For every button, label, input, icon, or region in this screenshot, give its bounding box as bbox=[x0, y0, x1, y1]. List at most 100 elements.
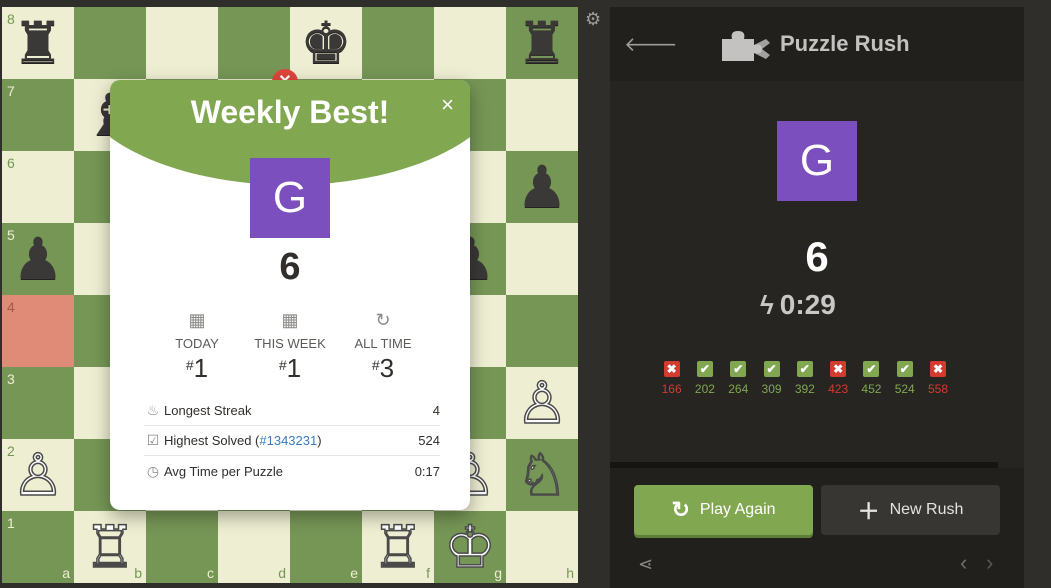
black-rook[interactable]: ♜ bbox=[506, 7, 578, 79]
square-g1[interactable]: g ♔ bbox=[434, 511, 506, 583]
puzzle-piece-icon bbox=[722, 31, 770, 61]
result-rating: 524 bbox=[894, 382, 915, 396]
square-a4[interactable]: 4 bbox=[2, 295, 74, 367]
stat-value: 524 bbox=[418, 433, 440, 448]
square-d8[interactable] bbox=[218, 7, 290, 79]
calendar-icon: ▦ bbox=[281, 310, 299, 330]
result-item[interactable]: ✔ 264 bbox=[722, 361, 755, 396]
square-b8[interactable] bbox=[74, 7, 146, 79]
square-a6[interactable]: 6 bbox=[2, 151, 74, 223]
flame-icon: ♨ bbox=[146, 402, 160, 418]
rank-this-week: ▦ THIS WEEK #1 bbox=[240, 308, 340, 384]
result-rating: 452 bbox=[861, 382, 882, 396]
result-rating: 202 bbox=[694, 382, 715, 396]
square-c8[interactable] bbox=[146, 7, 218, 79]
chevron-left-icon[interactable]: ‹ bbox=[960, 550, 967, 576]
result-item[interactable]: ✖ 423 bbox=[821, 361, 854, 396]
black-pawn[interactable]: ♟ bbox=[506, 151, 578, 223]
rank-label: 4 bbox=[7, 299, 15, 315]
square-c1[interactable]: c bbox=[146, 511, 218, 583]
refresh-icon: ↻ bbox=[375, 310, 391, 330]
square-h7[interactable] bbox=[506, 79, 578, 151]
white-pawn[interactable]: ♙ bbox=[2, 439, 74, 511]
white-rook[interactable]: ♖ bbox=[362, 511, 434, 583]
stat-label: Longest Streak bbox=[164, 403, 252, 418]
clock-icon: ◷ bbox=[146, 462, 160, 479]
square-f8[interactable] bbox=[362, 7, 434, 79]
square-e8[interactable]: ♚ bbox=[290, 7, 362, 79]
rank-all-time: ↻ ALL TIME #3 bbox=[333, 308, 433, 384]
rank-value: #1 bbox=[278, 353, 302, 383]
button-label: New Rush bbox=[889, 501, 964, 518]
result-item[interactable]: ✖ 166 bbox=[655, 361, 688, 396]
panel-footer: ↻ Play Again ＋ New Rush ⋖ ‹ › bbox=[610, 468, 1024, 588]
square-d1[interactable]: d bbox=[218, 511, 290, 583]
result-item[interactable]: ✔ 309 bbox=[755, 361, 788, 396]
cross-icon: ✖ bbox=[830, 361, 847, 377]
square-h5[interactable] bbox=[506, 223, 578, 295]
puzzle-link[interactable]: #1343231 bbox=[259, 433, 317, 448]
check-icon: ✔ bbox=[863, 361, 880, 377]
result-rating: 558 bbox=[928, 382, 949, 396]
check-icon: ✔ bbox=[696, 361, 713, 377]
square-a2[interactable]: 2 ♙ bbox=[2, 439, 74, 511]
play-again-button[interactable]: ↻ Play Again bbox=[634, 485, 813, 535]
result-rating: 392 bbox=[794, 382, 815, 396]
avatar: G bbox=[777, 121, 857, 201]
stat-avg-time: ◷ Avg Time per Puzzle 0:17 bbox=[144, 456, 440, 486]
square-h2[interactable]: ♘ bbox=[506, 439, 578, 511]
stat-label: Highest Solved (#1343231) bbox=[164, 433, 322, 448]
white-knight[interactable]: ♘ bbox=[506, 439, 578, 511]
black-pawn[interactable]: ♟ bbox=[2, 223, 74, 295]
square-h8[interactable]: ♜ bbox=[506, 7, 578, 79]
square-e1[interactable]: e bbox=[290, 511, 362, 583]
result-item[interactable]: ✖ 558 bbox=[921, 361, 954, 396]
weekly-best-modal: Weekly Best! × G 6 ▦ TODAY #1 ▦ THIS WEE… bbox=[110, 80, 470, 510]
white-pawn[interactable]: ♙ bbox=[506, 367, 578, 439]
square-a1[interactable]: 1a bbox=[2, 511, 74, 583]
check-icon: ✔ bbox=[896, 361, 913, 377]
rank-label: 3 bbox=[7, 371, 15, 387]
square-h1[interactable]: h bbox=[506, 511, 578, 583]
new-rush-button[interactable]: ＋ New Rush bbox=[821, 485, 1000, 535]
square-b1[interactable]: b ♖ bbox=[74, 511, 146, 583]
rank-label: 6 bbox=[7, 155, 15, 171]
square-a5[interactable]: 5 ♟ bbox=[2, 223, 74, 295]
result-item[interactable]: ✔ 392 bbox=[788, 361, 821, 396]
puzzle-rush-panel: 🡐 Puzzle Rush G 6 ϟ 0:29 ✖ 166 ✔ 202 ✔ 264 ✔ 309… bbox=[610, 7, 1024, 588]
file-label: e bbox=[350, 565, 358, 581]
stat-highest-solved: ☑ Highest Solved (#1343231) 524 bbox=[144, 426, 440, 456]
white-rook[interactable]: ♖ bbox=[74, 511, 146, 583]
white-king[interactable]: ♔ bbox=[434, 511, 506, 583]
back-arrow-icon[interactable]: 🡐 bbox=[624, 35, 678, 55]
score: 6 bbox=[805, 233, 829, 280]
square-a7[interactable]: 7 bbox=[2, 79, 74, 151]
rank-label: 1 bbox=[7, 515, 15, 531]
square-f1[interactable]: f ♖ bbox=[362, 511, 434, 583]
square-a8[interactable]: 8 ♜ bbox=[2, 7, 74, 79]
button-label: Play Again bbox=[699, 501, 776, 518]
timer: ϟ 0:29 bbox=[760, 289, 836, 320]
result-item[interactable]: ✔ 524 bbox=[888, 361, 921, 396]
square-h3[interactable]: ♙ bbox=[506, 367, 578, 439]
rank-label: TODAY bbox=[175, 336, 219, 351]
file-label: c bbox=[207, 565, 214, 581]
stat-value: 4 bbox=[432, 403, 440, 418]
file-label: a bbox=[62, 565, 70, 581]
gear-icon[interactable]: ⚙ bbox=[585, 10, 603, 28]
share-icon[interactable]: ⋖ bbox=[638, 554, 653, 575]
panel-title: Puzzle Rush bbox=[780, 31, 910, 56]
square-a3[interactable]: 3 bbox=[2, 367, 74, 439]
square-g8[interactable] bbox=[434, 7, 506, 79]
square-h4[interactable] bbox=[506, 295, 578, 367]
square-h6[interactable]: ♟ bbox=[506, 151, 578, 223]
result-item[interactable]: ✔ 452 bbox=[855, 361, 888, 396]
modal-score: 6 bbox=[279, 246, 301, 288]
check-icon: ✔ bbox=[730, 361, 747, 377]
black-king[interactable]: ♚ bbox=[290, 7, 362, 79]
rank-value: #1 bbox=[185, 353, 209, 383]
black-rook[interactable]: ♜ bbox=[2, 7, 74, 79]
chevron-right-icon[interactable]: › bbox=[986, 550, 993, 576]
result-item[interactable]: ✔ 202 bbox=[688, 361, 721, 396]
close-icon[interactable]: × bbox=[441, 94, 454, 116]
